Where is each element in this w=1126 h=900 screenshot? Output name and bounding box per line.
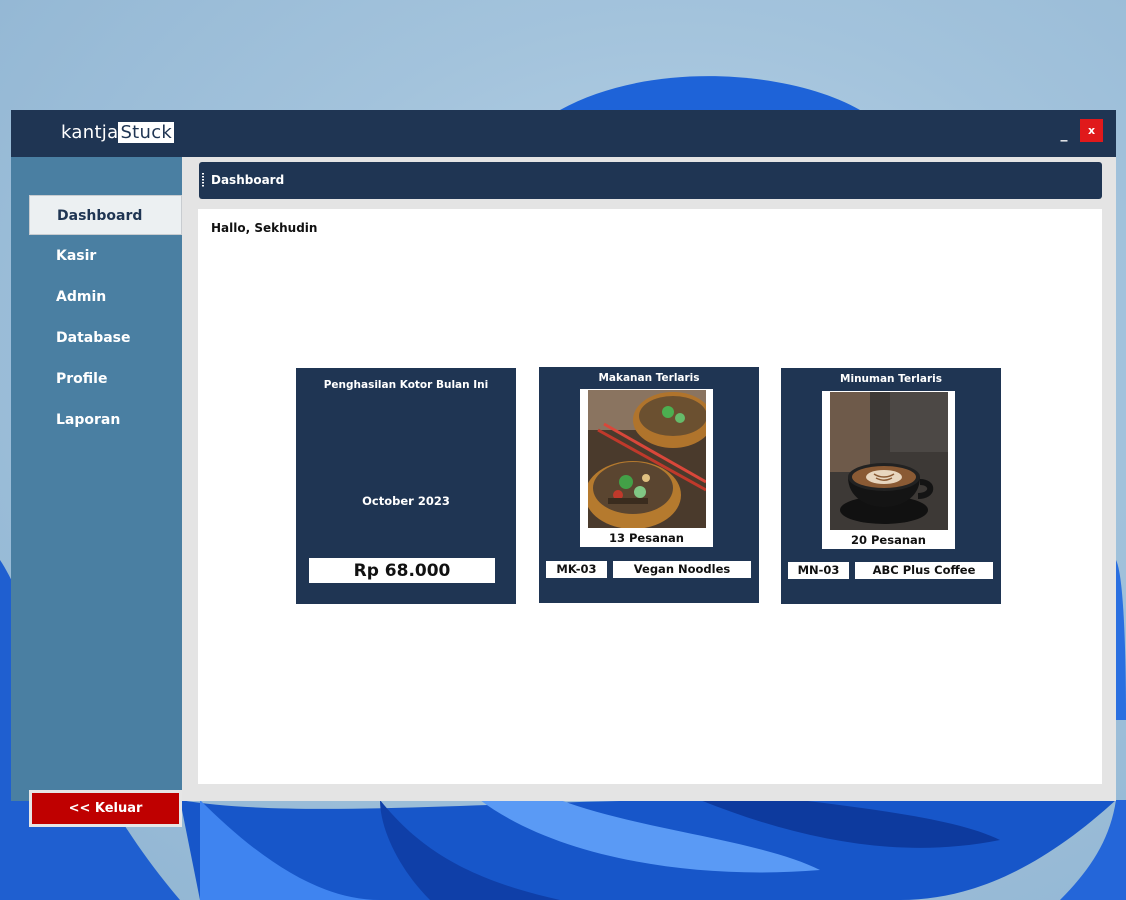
minimize-button[interactable]: _ xyxy=(1057,122,1071,142)
best-food-image-frame: 13 Pesanan xyxy=(580,389,713,547)
page-title: Dashboard xyxy=(211,173,285,187)
best-drink-image-frame: 20 Pesanan xyxy=(822,391,955,549)
app-logo: kantja Stuck xyxy=(61,122,175,143)
noodle-bowl-photo-icon xyxy=(588,390,706,528)
sidebar-item-database[interactable]: Database xyxy=(29,318,182,358)
content-panel: Hallo, Sekhudin Penghasilan Kotor Bulan … xyxy=(198,209,1102,784)
grip-icon xyxy=(202,173,204,187)
best-food-title: Makanan Terlaris xyxy=(598,372,700,384)
sidebar-item-admin[interactable]: Admin xyxy=(29,277,182,317)
income-card: Penghasilan Kotor Bulan Ini October 2023… xyxy=(296,368,516,604)
coffee-cup-photo-icon xyxy=(830,392,948,530)
sidebar-item-profile[interactable]: Profile xyxy=(29,359,182,399)
best-drink-name: ABC Plus Coffee xyxy=(855,562,993,579)
greeting-text: Hallo, Sekhudin xyxy=(211,221,318,235)
best-food-card: Makanan Terlaris 13 Pesanan MK-03 Vegan … xyxy=(539,367,759,603)
best-food-name: Vegan Noodles xyxy=(613,561,751,578)
income-period: October 2023 xyxy=(362,494,450,508)
best-food-orders: 13 Pesanan xyxy=(609,531,684,545)
best-drink-title: Minuman Terlaris xyxy=(840,373,942,385)
best-drink-card: Minuman Terlaris 20 Pesanan MN-03 ABC Pl… xyxy=(781,368,1001,604)
sidebar: Dashboard Kasir Admin Database Profile L… xyxy=(11,157,182,827)
logout-button[interactable]: << Keluar xyxy=(29,790,182,827)
close-button[interactable]: x xyxy=(1080,119,1103,142)
main-area: Dashboard Hallo, Sekhudin Penghasilan Ko… xyxy=(182,157,1116,801)
income-card-title: Penghasilan Kotor Bulan Ini xyxy=(323,379,489,391)
sidebar-item-dashboard[interactable]: Dashboard xyxy=(29,195,182,235)
best-drink-orders: 20 Pesanan xyxy=(851,533,926,547)
sidebar-item-laporan[interactable]: Laporan xyxy=(29,400,182,440)
best-food-code: MK-03 xyxy=(546,561,607,578)
income-amount: Rp 68.000 xyxy=(309,558,495,583)
best-drink-code: MN-03 xyxy=(788,562,849,579)
page-header: Dashboard xyxy=(199,162,1102,199)
sidebar-item-kasir[interactable]: Kasir xyxy=(29,236,182,276)
title-bar: kantja Stuck _ x xyxy=(11,110,1116,157)
app-window: kantja Stuck _ x Dashboard Kasir Admin Da… xyxy=(11,110,1116,827)
